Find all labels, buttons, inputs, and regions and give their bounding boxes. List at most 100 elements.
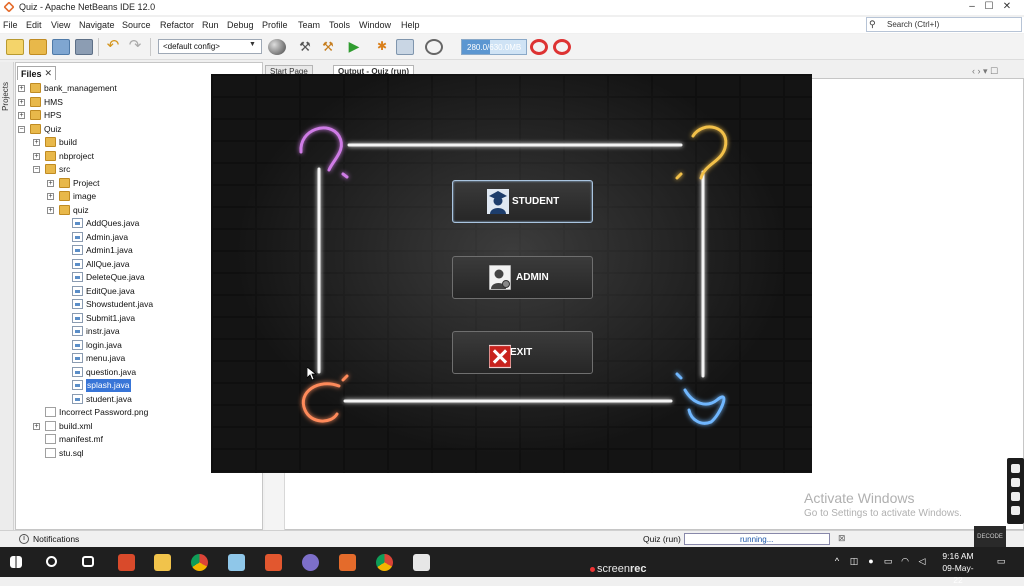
- save-all-icon[interactable]: [75, 39, 93, 55]
- menu-help[interactable]: Help: [401, 20, 420, 30]
- file-explorer-icon[interactable]: [154, 554, 171, 571]
- tray-icon-1[interactable]: ◫: [849, 556, 859, 566]
- close-icon[interactable]: ✕: [44, 68, 52, 79]
- globe-icon[interactable]: [268, 39, 286, 55]
- expand-icon[interactable]: +: [33, 139, 40, 146]
- toolbar: ↶ ↷ <default config> ▼ ⚒ ⚒ ▶ ✱ 280.0/630…: [0, 34, 1024, 60]
- admin-button[interactable]: ADMIN: [452, 256, 593, 299]
- files-tab[interactable]: Files ✕: [17, 66, 56, 80]
- open-project-icon[interactable]: [52, 39, 70, 55]
- notifications-label[interactable]: Notifications: [33, 534, 79, 544]
- screenrec-suffix: rec: [630, 563, 647, 575]
- memory-usage-text: 280.0/630.0MB: [467, 43, 522, 52]
- expand-icon[interactable]: +: [33, 152, 40, 160]
- windows-start-icon[interactable]: [10, 556, 22, 568]
- app-icon-1[interactable]: [118, 554, 135, 571]
- projects-tab[interactable]: Projects: [1, 82, 10, 111]
- tree-item-label: student.java: [86, 393, 132, 404]
- menu-edit[interactable]: Edit: [26, 20, 42, 30]
- title-bar: Quiz - Apache NetBeans IDE 12.0 – ☐ ✕: [0, 0, 1024, 15]
- build-hammer-icon[interactable]: ⚒: [296, 39, 314, 55]
- chrome-icon-2[interactable]: [376, 554, 393, 571]
- menu-debug[interactable]: Debug: [227, 20, 254, 30]
- notification-center-icon[interactable]: ▭: [994, 556, 1008, 566]
- task-view-icon[interactable]: [82, 556, 94, 567]
- settings-icon[interactable]: [1011, 506, 1020, 515]
- status-bar: i Notifications Quiz (run) running... ⊠: [0, 530, 1024, 546]
- menu-run[interactable]: Run: [202, 20, 219, 30]
- expand-icon[interactable]: +: [18, 112, 25, 119]
- search-box[interactable]: ⚲ Search (Ctrl+I): [866, 17, 1022, 32]
- student-icon: [487, 189, 509, 214]
- clean-build-icon[interactable]: ⚒: [319, 39, 337, 55]
- chevron-up-icon[interactable]: ^: [832, 556, 842, 566]
- folder-icon: [45, 137, 56, 147]
- search-icon[interactable]: [46, 556, 57, 567]
- network-icon[interactable]: ◠: [900, 556, 910, 566]
- tree-item-label: HMS: [44, 96, 63, 107]
- java-file-icon: [72, 353, 83, 363]
- menu-window[interactable]: Window: [359, 20, 391, 30]
- exit-icon: [489, 344, 511, 369]
- expand-icon[interactable]: +: [47, 193, 54, 200]
- notifications-icon[interactable]: i: [19, 534, 29, 544]
- memory-usage-bar[interactable]: 280.0/630.0MB: [461, 39, 527, 55]
- app-icon-4[interactable]: [302, 554, 319, 571]
- debug-project-icon[interactable]: [396, 39, 414, 55]
- app-icon-2[interactable]: [228, 554, 245, 571]
- clock[interactable]: 9:16 AM 09-May-22: [938, 550, 978, 586]
- tab-nav-arrows[interactable]: ‹ › ▾ ☐: [972, 66, 998, 77]
- menu-profile[interactable]: Profile: [262, 20, 288, 30]
- exit-button[interactable]: EXIT: [452, 331, 593, 374]
- menu-navigate[interactable]: Navigate: [79, 20, 115, 30]
- stop-gc-icon[interactable]: [530, 39, 548, 55]
- file-icon: [45, 434, 56, 444]
- close-button[interactable]: ✕: [990, 0, 1024, 15]
- new-project-icon[interactable]: [29, 39, 47, 55]
- pen-icon[interactable]: [1011, 464, 1020, 473]
- tree-item-label: nbproject: [59, 150, 94, 161]
- collapse-icon[interactable]: −: [18, 125, 25, 133]
- search-icon: ⚲: [869, 19, 876, 29]
- record-dot-icon: [590, 566, 595, 572]
- debug-icon[interactable]: ✱: [373, 39, 391, 55]
- profile-icon[interactable]: [425, 39, 443, 55]
- run-icon[interactable]: ▶: [345, 39, 363, 55]
- battery-icon[interactable]: ▭: [883, 556, 893, 566]
- files-tab-label: Files: [21, 69, 42, 79]
- stop-task-icon[interactable]: ⊠: [838, 533, 846, 544]
- menu-refactor[interactable]: Refactor: [160, 20, 194, 30]
- run-progress-text: running...: [740, 535, 774, 544]
- tree-item-label: manifest.mf: [59, 434, 103, 444]
- file-icon: [45, 407, 56, 417]
- expand-icon[interactable]: +: [47, 179, 54, 187]
- menu-tools[interactable]: Tools: [329, 20, 350, 30]
- camera-icon[interactable]: [1011, 478, 1020, 487]
- chrome-icon[interactable]: [191, 554, 208, 571]
- expand-icon[interactable]: +: [18, 85, 25, 92]
- menu-view[interactable]: View: [51, 20, 70, 30]
- menu-source[interactable]: Source: [122, 20, 151, 30]
- microphone-icon[interactable]: ●: [866, 556, 876, 566]
- new-file-icon[interactable]: [6, 39, 24, 55]
- activate-windows-title: Activate Windows: [804, 490, 915, 506]
- menu-file[interactable]: File: [3, 20, 18, 30]
- webcam-icon[interactable]: [1011, 492, 1020, 501]
- java-file-icon: [72, 272, 83, 282]
- redo-icon[interactable]: ↷: [126, 38, 144, 55]
- netbeans-taskbar-icon[interactable]: [339, 554, 356, 571]
- netbeans-logo-icon: [3, 1, 15, 13]
- menu-team[interactable]: Team: [298, 20, 320, 30]
- snapshot-icon[interactable]: [553, 39, 571, 55]
- expand-icon[interactable]: +: [47, 206, 54, 214]
- tree-item-label: login.java: [86, 339, 122, 350]
- app-icon-3[interactable]: [265, 554, 282, 571]
- config-dropdown[interactable]: <default config> ▼: [158, 39, 262, 54]
- volume-icon[interactable]: ◁: [917, 556, 927, 566]
- expand-icon[interactable]: +: [33, 422, 40, 430]
- expand-icon[interactable]: +: [18, 98, 25, 106]
- java-app-icon[interactable]: [413, 554, 430, 571]
- undo-icon[interactable]: ↶: [104, 38, 122, 55]
- student-button[interactable]: STUDENT: [452, 180, 593, 223]
- collapse-icon[interactable]: −: [33, 166, 40, 173]
